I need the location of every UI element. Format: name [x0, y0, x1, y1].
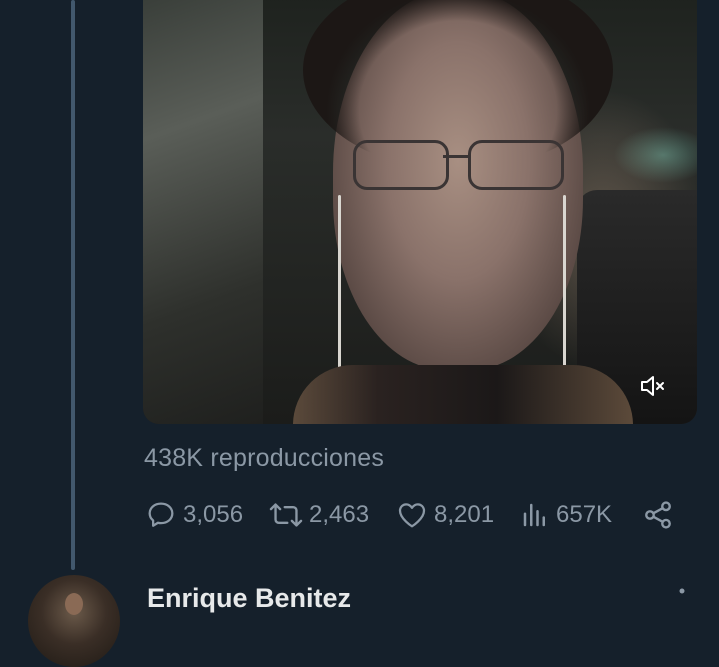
more-dots-icon[interactable] [678, 587, 686, 595]
heart-icon [398, 503, 426, 528]
reply-count: 3,056 [183, 501, 244, 528]
retweet-button[interactable]: 2,463 [269, 495, 369, 535]
like-count: 8,201 [434, 501, 495, 528]
like-button[interactable]: 8,201 [396, 495, 494, 535]
avatar[interactable] [28, 575, 120, 667]
video-frame-earphone-cord-right [563, 195, 566, 385]
bar-chart-icon [523, 503, 545, 527]
reply-button[interactable]: 3,056 [145, 495, 243, 535]
tweet-video-player[interactable] [143, 0, 697, 424]
share-button[interactable] [642, 495, 674, 535]
thread-connector-line [71, 0, 75, 570]
video-frame-earphone-cord-left [338, 195, 341, 385]
avatar-face [65, 593, 83, 615]
next-tweet[interactable]: Enrique Benitez [0, 565, 719, 667]
video-frame-background [143, 0, 263, 424]
view-count-label: 438K reproducciones [144, 444, 385, 472]
video-frame-glasses-bridge [443, 155, 471, 158]
speaker-muted-icon [641, 376, 664, 396]
speech-bubble-icon [148, 502, 174, 527]
video-frame-glasses-right [468, 140, 564, 190]
retweet-icon [269, 503, 303, 527]
share-icon [645, 501, 671, 529]
views-button[interactable]: 657K [520, 495, 612, 535]
retweet-count: 2,463 [309, 501, 370, 528]
views-count: 657K [556, 501, 613, 528]
tweet-action-bar: 3,056 2,463 8,201 657K [145, 495, 685, 535]
author-name[interactable]: Enrique Benitez [147, 583, 351, 614]
video-frame-glasses-left [353, 140, 449, 190]
mute-button[interactable] [639, 372, 667, 400]
video-frame-shirt [293, 365, 633, 424]
